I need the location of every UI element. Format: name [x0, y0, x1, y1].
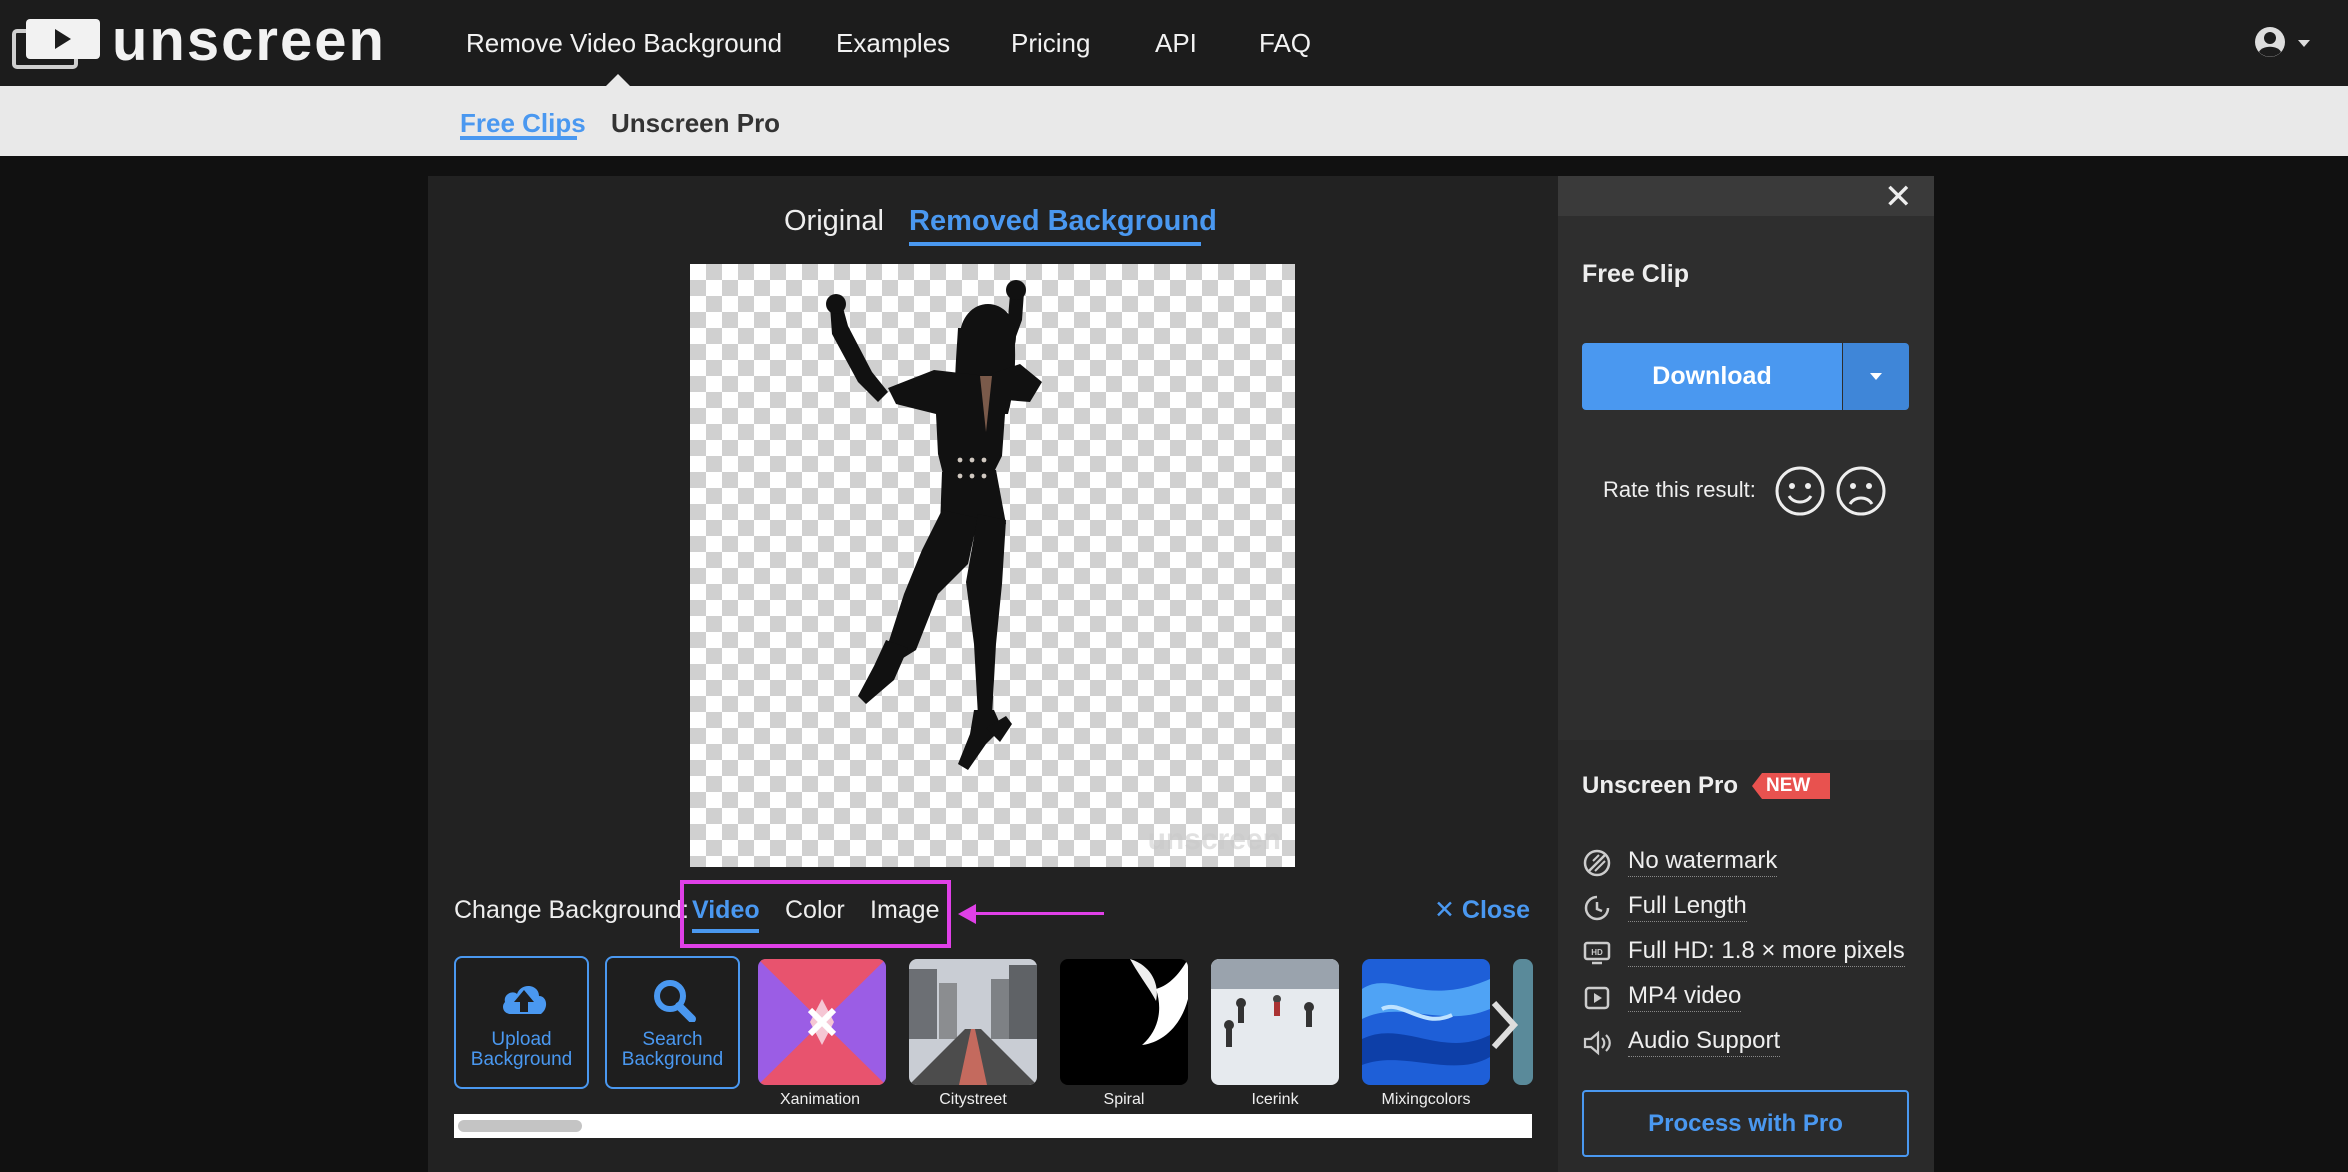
- nav-pricing[interactable]: Pricing: [1011, 26, 1090, 60]
- feature-label: Full Length: [1628, 891, 1747, 922]
- upload-background-label: Upload Background: [470, 1029, 573, 1070]
- tab-unscreen-pro[interactable]: Unscreen Pro: [611, 106, 780, 140]
- new-badge: NEW: [1752, 773, 1830, 799]
- new-badge-label: NEW: [1766, 775, 1811, 796]
- watermark-text: unscreen: [1147, 823, 1281, 856]
- thumbnail-label-citystreet: Citystreet: [939, 1091, 1007, 1108]
- happy-face-icon[interactable]: [1774, 465, 1826, 517]
- horizontal-scrollbar[interactable]: [454, 1114, 1532, 1138]
- unscreen-logo-icon[interactable]: [12, 17, 102, 69]
- tab-free-clips[interactable]: Free Clips: [460, 106, 586, 140]
- thumbnail-mixingcolors[interactable]: [1362, 959, 1490, 1085]
- caret-down-icon: [1870, 373, 1882, 380]
- chevron-right-icon[interactable]: [1486, 995, 1520, 1055]
- cloud-upload-icon: [503, 985, 547, 1014]
- sub-navbar: Free Clips Unscreen Pro: [0, 86, 2348, 156]
- download-options-button[interactable]: [1843, 343, 1909, 410]
- thumbnail-spiral[interactable]: [1060, 959, 1188, 1085]
- annotation-arrow-head-icon: [958, 904, 976, 924]
- free-clip-title: Free Clip: [1582, 260, 1689, 288]
- tab-original[interactable]: Original: [784, 202, 884, 240]
- feature-label: Full HD: 1.8 × more pixels: [1628, 936, 1905, 967]
- video-preview[interactable]: unscreen: [690, 264, 1295, 867]
- sidebar-header: [1558, 176, 1934, 216]
- user-account-icon[interactable]: [2254, 26, 2286, 58]
- feature-label: No watermark: [1628, 846, 1778, 877]
- annotation-arrow-line: [968, 912, 1104, 915]
- sad-face-icon[interactable]: [1835, 465, 1887, 517]
- rate-result-label: Rate this result:: [1603, 477, 1756, 502]
- thumbnail-label-icerink: Icerink: [1251, 1091, 1299, 1108]
- thumbnail-label-mixingcolors: Mixingcolors: [1381, 1091, 1471, 1108]
- search-background-label: Search Background: [621, 1029, 724, 1070]
- clock-icon: [1584, 895, 1610, 921]
- tab-color[interactable]: Color: [785, 893, 845, 927]
- nav-api[interactable]: API: [1155, 26, 1197, 60]
- unscreen-pro-title: Unscreen Pro: [1582, 772, 1739, 799]
- person-silhouette: [826, 280, 1042, 770]
- chevron-down-icon[interactable]: [2298, 40, 2310, 47]
- tab-video[interactable]: Video: [692, 893, 760, 927]
- thumbnail-citystreet[interactable]: [909, 959, 1037, 1085]
- change-background-label: Change Background:: [454, 896, 689, 924]
- thumbnail-label-xanimation: Xanimation: [779, 1091, 861, 1108]
- active-view-underline: [909, 242, 1201, 246]
- feature-label: MP4 video: [1628, 981, 1742, 1012]
- download-button[interactable]: Download: [1582, 343, 1842, 410]
- hd-monitor-icon: HD: [1583, 941, 1611, 965]
- search-background-button[interactable]: Search Background: [605, 956, 740, 1089]
- upload-background-button[interactable]: Upload Background: [454, 956, 589, 1089]
- video-play-icon: [1584, 986, 1610, 1010]
- brand-name[interactable]: unscreen: [112, 8, 386, 74]
- tab-image[interactable]: Image: [870, 893, 939, 927]
- svg-text:HD: HD: [1591, 948, 1603, 957]
- thumbnail-xanimation[interactable]: [758, 959, 886, 1085]
- tab-removed-background[interactable]: Removed Background: [909, 202, 1217, 240]
- active-bg-tab-underline: [692, 929, 759, 933]
- process-with-pro-button[interactable]: Process with Pro: [1582, 1090, 1909, 1157]
- no-watermark-icon: [1583, 849, 1611, 877]
- thumbnail-icerink[interactable]: [1211, 959, 1339, 1085]
- active-nav-indicator: [606, 74, 630, 86]
- active-tab-underline: [460, 136, 577, 140]
- search-icon: [654, 980, 696, 1022]
- close-background-picker-button[interactable]: ✕ Close: [1434, 893, 1530, 927]
- speaker-icon: [1583, 1030, 1611, 1056]
- feature-label: Audio Support: [1628, 1026, 1781, 1057]
- close-label: Close: [1461, 896, 1530, 924]
- close-icon[interactable]: ✕: [1884, 180, 1913, 214]
- top-navbar: unscreen Remove Video Background Example…: [0, 0, 2348, 86]
- thumbnail-label-spiral: Spiral: [1103, 1091, 1145, 1108]
- close-icon: ✕: [1434, 896, 1455, 924]
- nav-examples[interactable]: Examples: [836, 26, 950, 60]
- nav-faq[interactable]: FAQ: [1259, 26, 1311, 60]
- nav-remove-video-background[interactable]: Remove Video Background: [466, 26, 782, 60]
- scrollbar-thumb[interactable]: [458, 1120, 582, 1132]
